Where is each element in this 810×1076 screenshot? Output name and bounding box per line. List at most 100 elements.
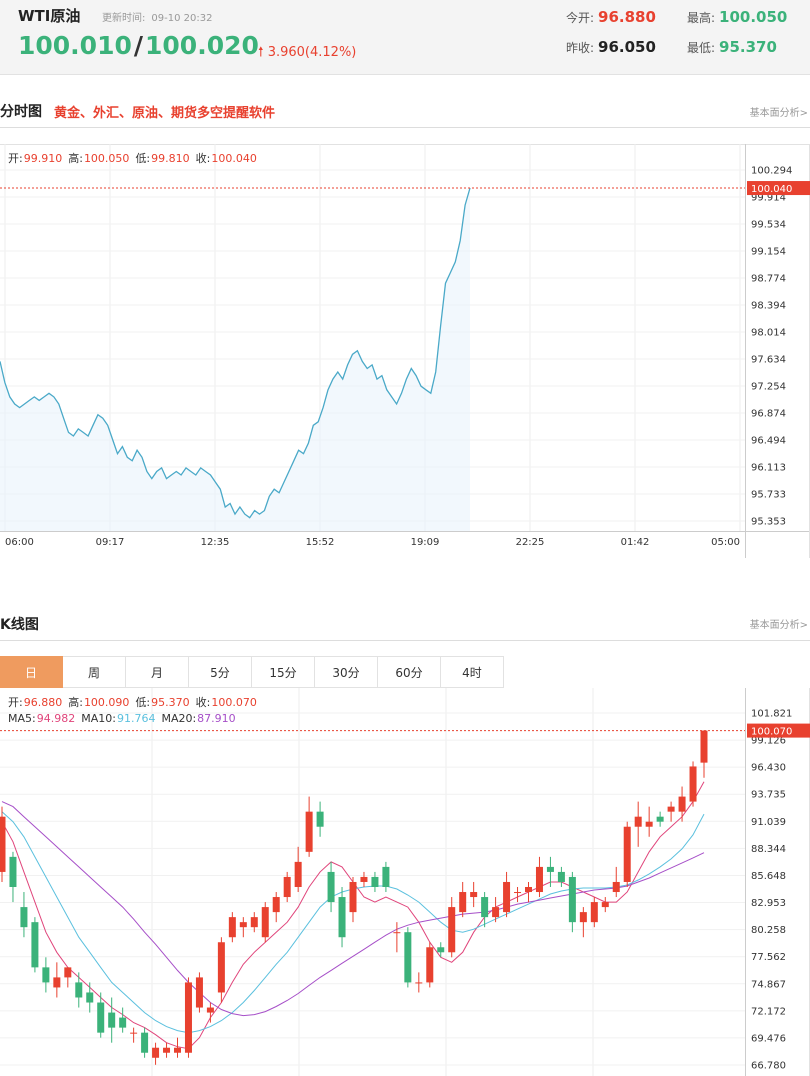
candle-body [360,876,368,882]
candle-body [0,816,6,872]
y-tick-label: 88.344 [751,844,786,855]
candle-body [568,876,576,923]
y-tick-label: 98.774 [751,274,786,285]
intraday-ohlc-value-1: 100.050 [84,152,130,165]
candle-body [108,1012,116,1028]
candle-body [9,856,17,887]
candle-body [689,766,697,802]
candle-body [31,922,39,968]
y-tick-label: 97.634 [751,355,786,366]
x-tick-label: 12:35 [201,537,230,548]
candle-body [667,806,675,812]
candle-body [130,1032,138,1034]
candle-body [415,982,423,984]
x-tick-label: 01:42 [621,537,650,548]
candle-body [228,917,236,938]
y-tick-label: 96.430 [751,763,786,774]
candle-body [152,1047,160,1058]
candle-body [20,907,28,928]
prev-close-label: 昨收: [566,41,595,55]
x-tick-label: 05:00 [711,537,740,548]
open-stat: 今开: 96.880 [566,8,656,26]
tab-6[interactable]: 60分 [378,656,441,688]
kline-ohlc-label-0: 开: [8,696,23,709]
candle-body [557,871,565,882]
y-tick-label: 101.821 [751,709,792,720]
y-tick-label: 93.735 [751,790,786,801]
candle-body [437,947,445,953]
candle-body [470,892,478,898]
candle-body [163,1047,171,1053]
candle-body [459,892,467,913]
kline-ohlc-label-2: 低: [135,696,150,709]
candle-body [316,811,324,827]
candle-body [294,861,302,887]
price-change-value: 3.960(4.12%) [267,45,357,60]
y-tick-label: 69.476 [751,1033,786,1044]
x-tick-label: 06:00 [5,537,34,548]
candle-body [261,907,269,938]
update-time-label: 更新时间: [102,13,146,24]
candle-body [195,977,203,1008]
candle-body [700,730,708,763]
candle-body [86,992,94,1003]
alert-software-link[interactable]: 黄金、外汇、原油、期货多空提醒软件 [54,102,275,121]
candle-body [75,982,83,998]
candle-body [382,866,390,887]
kline-ma-label-2: MA20: [161,712,196,725]
tab-3[interactable]: 5分 [189,656,252,688]
intraday-ohlc-value-3: 100.040 [211,152,257,165]
intraday-ohlc-label-3: 收: [196,151,211,165]
kline-ma-value-2: 87.910 [197,712,236,725]
y-tick-label: 96.113 [751,463,786,474]
candle-body [42,967,50,983]
quote-header: WTI原油 更新时间: 09-10 20:32 100.010/100.020 🠕… [0,0,810,75]
candle-body [525,886,532,893]
candle-body [546,866,554,872]
update-time-value: 09-10 20:32 [151,13,213,24]
tab-7[interactable]: 4时 [441,656,504,688]
candle-body [217,942,225,993]
intraday-chart: 06:00 09:17 12:35 15:52 19:09 22:25 01:42 05:00… [0,144,810,558]
intraday-title: 分时图 [0,104,42,120]
tab-4[interactable]: 15分 [252,656,315,688]
kline-ohlc-value-2: 95.370 [151,696,190,709]
kline-ma-label-0: MA5: [8,712,36,725]
tab-0[interactable]: 日 [0,656,63,688]
candle-body [448,907,456,953]
candle-body [250,917,258,928]
candle-body [590,902,598,923]
kline-ohlc-value-1: 100.090 [84,696,130,709]
instrument-name: WTI原油 [18,7,81,25]
kline-ma-value-1: 91.764 [117,712,156,725]
candle-body [623,826,631,882]
kline-ohlc-label-1: 高: [68,695,83,709]
candle-body [601,902,609,908]
tab-1[interactable]: 周 [63,656,126,688]
tab-5[interactable]: 30分 [315,656,378,688]
y-tick-label: 77.562 [751,952,786,963]
candle-body [119,1017,127,1028]
tab-2[interactable]: 月 [126,656,189,688]
candle-body [272,897,280,913]
open-label: 今开: [566,11,595,25]
candle-body [206,1007,214,1013]
candle-body [535,866,543,893]
arrow-up-icon: 🠕 [258,45,264,60]
x-tick-label: 15:52 [306,537,335,548]
candle-body [492,907,500,918]
candle-body [283,876,291,898]
y-tick-label: 66.780 [751,1061,786,1072]
section-divider [0,640,810,641]
x-tick-label: 09:17 [96,537,125,548]
fundamental-analysis-link[interactable]: 基本面分析> [750,104,808,119]
ask-price: 100.020 [145,31,259,60]
kline-fundamental-link[interactable]: 基本面分析> [750,616,808,631]
price-change: 🠕 3.960(4.12%) [258,43,356,65]
x-tick-label: 22:25 [516,537,545,548]
candle-body [404,932,412,983]
low-value: 95.370 [719,38,777,56]
y-tick-label: 99.534 [751,220,786,231]
candle-body [579,912,587,923]
intraday-ohlc-label-2: 低: [135,152,150,165]
